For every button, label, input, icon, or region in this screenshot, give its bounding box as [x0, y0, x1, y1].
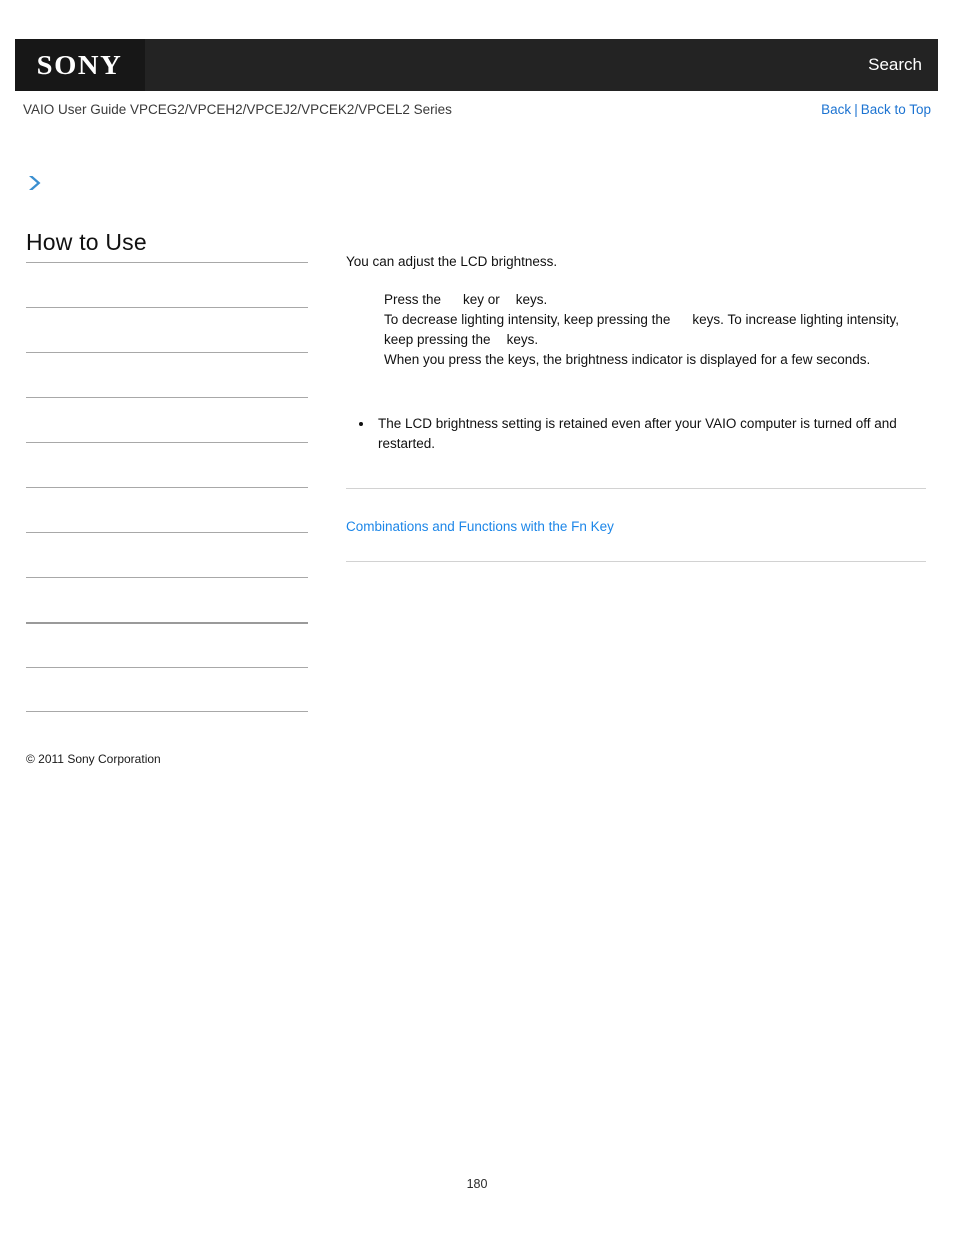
- sidebar-item-6[interactable]: [26, 487, 308, 532]
- search-button[interactable]: Search: [868, 39, 922, 91]
- step1-pre-text: Press the: [384, 292, 442, 307]
- sony-logo-block[interactable]: SONY: [15, 39, 145, 91]
- nav-separator: |: [854, 102, 858, 117]
- step-line-1: Press the key or keys.: [384, 290, 926, 310]
- page-title: VAIO User Guide VPCEG2/VPCEH2/VPCEJ2/VPC…: [23, 102, 452, 117]
- sidebar-item-2[interactable]: [26, 307, 308, 352]
- step2-post-text: keys.: [506, 332, 539, 347]
- step1-post-text: keys.: [515, 292, 548, 307]
- back-link[interactable]: Back: [821, 102, 851, 117]
- step1-mid-text: key or: [463, 292, 500, 307]
- sidebar-nav-list: [26, 262, 308, 712]
- sidebar-item-10[interactable]: [26, 667, 308, 712]
- sidebar-heading: How to Use: [26, 229, 147, 255]
- subheader: VAIO User Guide VPCEG2/VPCEH2/VPCEJ2/VPC…: [23, 102, 931, 122]
- related-topic-link[interactable]: Combinations and Functions with the Fn K…: [346, 519, 926, 534]
- sidebar-item-7[interactable]: [26, 532, 308, 577]
- main-content: You can adjust the LCD brightness. Press…: [346, 252, 926, 562]
- instruction-steps: Press the key or keys. To decrease lightin…: [384, 290, 926, 370]
- content-divider-top: [346, 488, 926, 489]
- note-item: The LCD brightness setting is retained e…: [374, 414, 926, 454]
- step2-pre-text: To decrease lighting intensity, keep pre…: [384, 312, 671, 327]
- intro-paragraph: You can adjust the LCD brightness.: [346, 254, 558, 269]
- site-header-bar: SONY Search: [15, 39, 938, 91]
- sidebar-item-9[interactable]: [26, 622, 308, 667]
- header-nav-links: Back | Back to Top: [821, 102, 931, 117]
- content-divider-bottom: [346, 561, 926, 562]
- sony-logo: SONY: [37, 49, 123, 80]
- page-number: 180: [466, 1177, 488, 1191]
- sidebar-item-1[interactable]: [26, 262, 308, 307]
- back-to-top-link[interactable]: Back to Top: [861, 102, 931, 117]
- sidebar-item-8[interactable]: [26, 577, 308, 622]
- copyright-notice: © 2011 Sony Corporation: [26, 752, 161, 766]
- chevron-right-icon[interactable]: [26, 174, 44, 192]
- sidebar-item-4[interactable]: [26, 397, 308, 442]
- note-list: The LCD brightness setting is retained e…: [346, 414, 926, 454]
- sidebar-item-5[interactable]: [26, 442, 308, 487]
- step-line-3: When you press the keys, the brightness …: [384, 352, 871, 367]
- step-line-2: To decrease lighting intensity, keep pre…: [384, 310, 926, 350]
- sidebar-item-3[interactable]: [26, 352, 308, 397]
